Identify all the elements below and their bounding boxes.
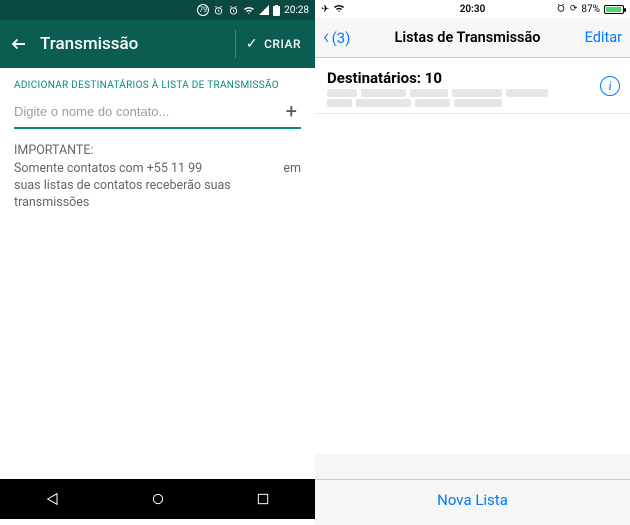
important-notice: IMPORTANTE: Somente contatos com +55 11 … [14, 143, 301, 212]
list-empty-area [315, 114, 630, 454]
ios-content: Destinatários: 10 i [315, 58, 630, 454]
chevron-left-icon: ‹ [323, 27, 330, 49]
contact-input-row: + [14, 99, 301, 129]
screen-title: Transmissão [30, 34, 231, 54]
notice-line: transmissões [14, 195, 301, 212]
new-list-button[interactable]: Nova Lista [437, 491, 508, 509]
android-whatsapp-screen: 79 20:28 Transmissão ✓ CRIAR ADICIONAR D… [0, 0, 315, 525]
nav-home-button[interactable] [138, 491, 178, 507]
battery-icon [273, 5, 280, 16]
broadcast-list-row[interactable]: Destinatários: 10 i [315, 58, 630, 114]
section-label: ADICIONAR DESTINATÁRIOS À LISTA DE TRANS… [14, 80, 301, 91]
android-nav-bar [0, 479, 315, 519]
back-count: (3) [332, 29, 351, 47]
recipients-label: Destinatários: 10 [327, 69, 618, 87]
contact-name-input[interactable] [14, 104, 282, 119]
notice-heading: IMPORTANTE: [14, 143, 301, 160]
status-time: 20:28 [284, 5, 309, 16]
android-body: ADICIONAR DESTINATÁRIOS À LISTA DE TRANS… [0, 68, 315, 212]
ios-bottom-toolbar: Nova Lista [315, 479, 630, 519]
check-icon: ✓ [246, 36, 258, 52]
create-button[interactable]: ✓ CRIAR [240, 36, 307, 52]
info-button[interactable]: i [600, 76, 620, 96]
notice-text: em [283, 161, 301, 178]
battery-icon [604, 5, 624, 14]
back-button[interactable] [8, 35, 30, 53]
alarm-icon [556, 3, 566, 16]
nav-recents-button[interactable] [243, 491, 283, 507]
alarm-clock-icon [228, 5, 239, 16]
rotation-lock-icon: ⟳ [570, 4, 578, 14]
android-status-bar: 79 20:28 [0, 0, 315, 20]
wifi-icon [333, 3, 345, 15]
divider [235, 30, 236, 58]
battery-percent: 87% [581, 4, 600, 15]
wifi-icon [243, 5, 255, 15]
screen-title: Listas de Transmissão [350, 29, 584, 46]
alarm-clock-icon [213, 5, 224, 16]
ios-whatsapp-screen: ✈ 20:30 ⟳ 87% ‹ (3) Listas de Transmissã… [315, 0, 630, 525]
notice-line: Somente contatos com +55 11 99 em [14, 161, 301, 178]
status-time: 20:30 [422, 4, 523, 15]
recipients-preview [327, 99, 618, 107]
add-contact-button[interactable]: + [282, 99, 301, 123]
signal-icon [259, 5, 269, 15]
edit-button[interactable]: Editar [585, 29, 622, 46]
notice-text: Somente contatos com +55 11 99 [14, 161, 202, 176]
airplane-mode-icon: ✈ [321, 4, 329, 15]
android-app-bar: Transmissão ✓ CRIAR [0, 20, 315, 68]
ios-nav-bar: ‹ (3) Listas de Transmissão Editar [315, 18, 630, 58]
back-button[interactable]: ‹ (3) [323, 27, 350, 49]
nav-back-button[interactable] [33, 491, 73, 507]
create-label: CRIAR [264, 37, 301, 51]
recipients-preview [327, 89, 618, 97]
notice-line: suas listas de contatos receberão suas [14, 178, 301, 195]
notification-badge-icon: 79 [197, 4, 209, 16]
ios-status-bar: ✈ 20:30 ⟳ 87% [315, 0, 630, 18]
